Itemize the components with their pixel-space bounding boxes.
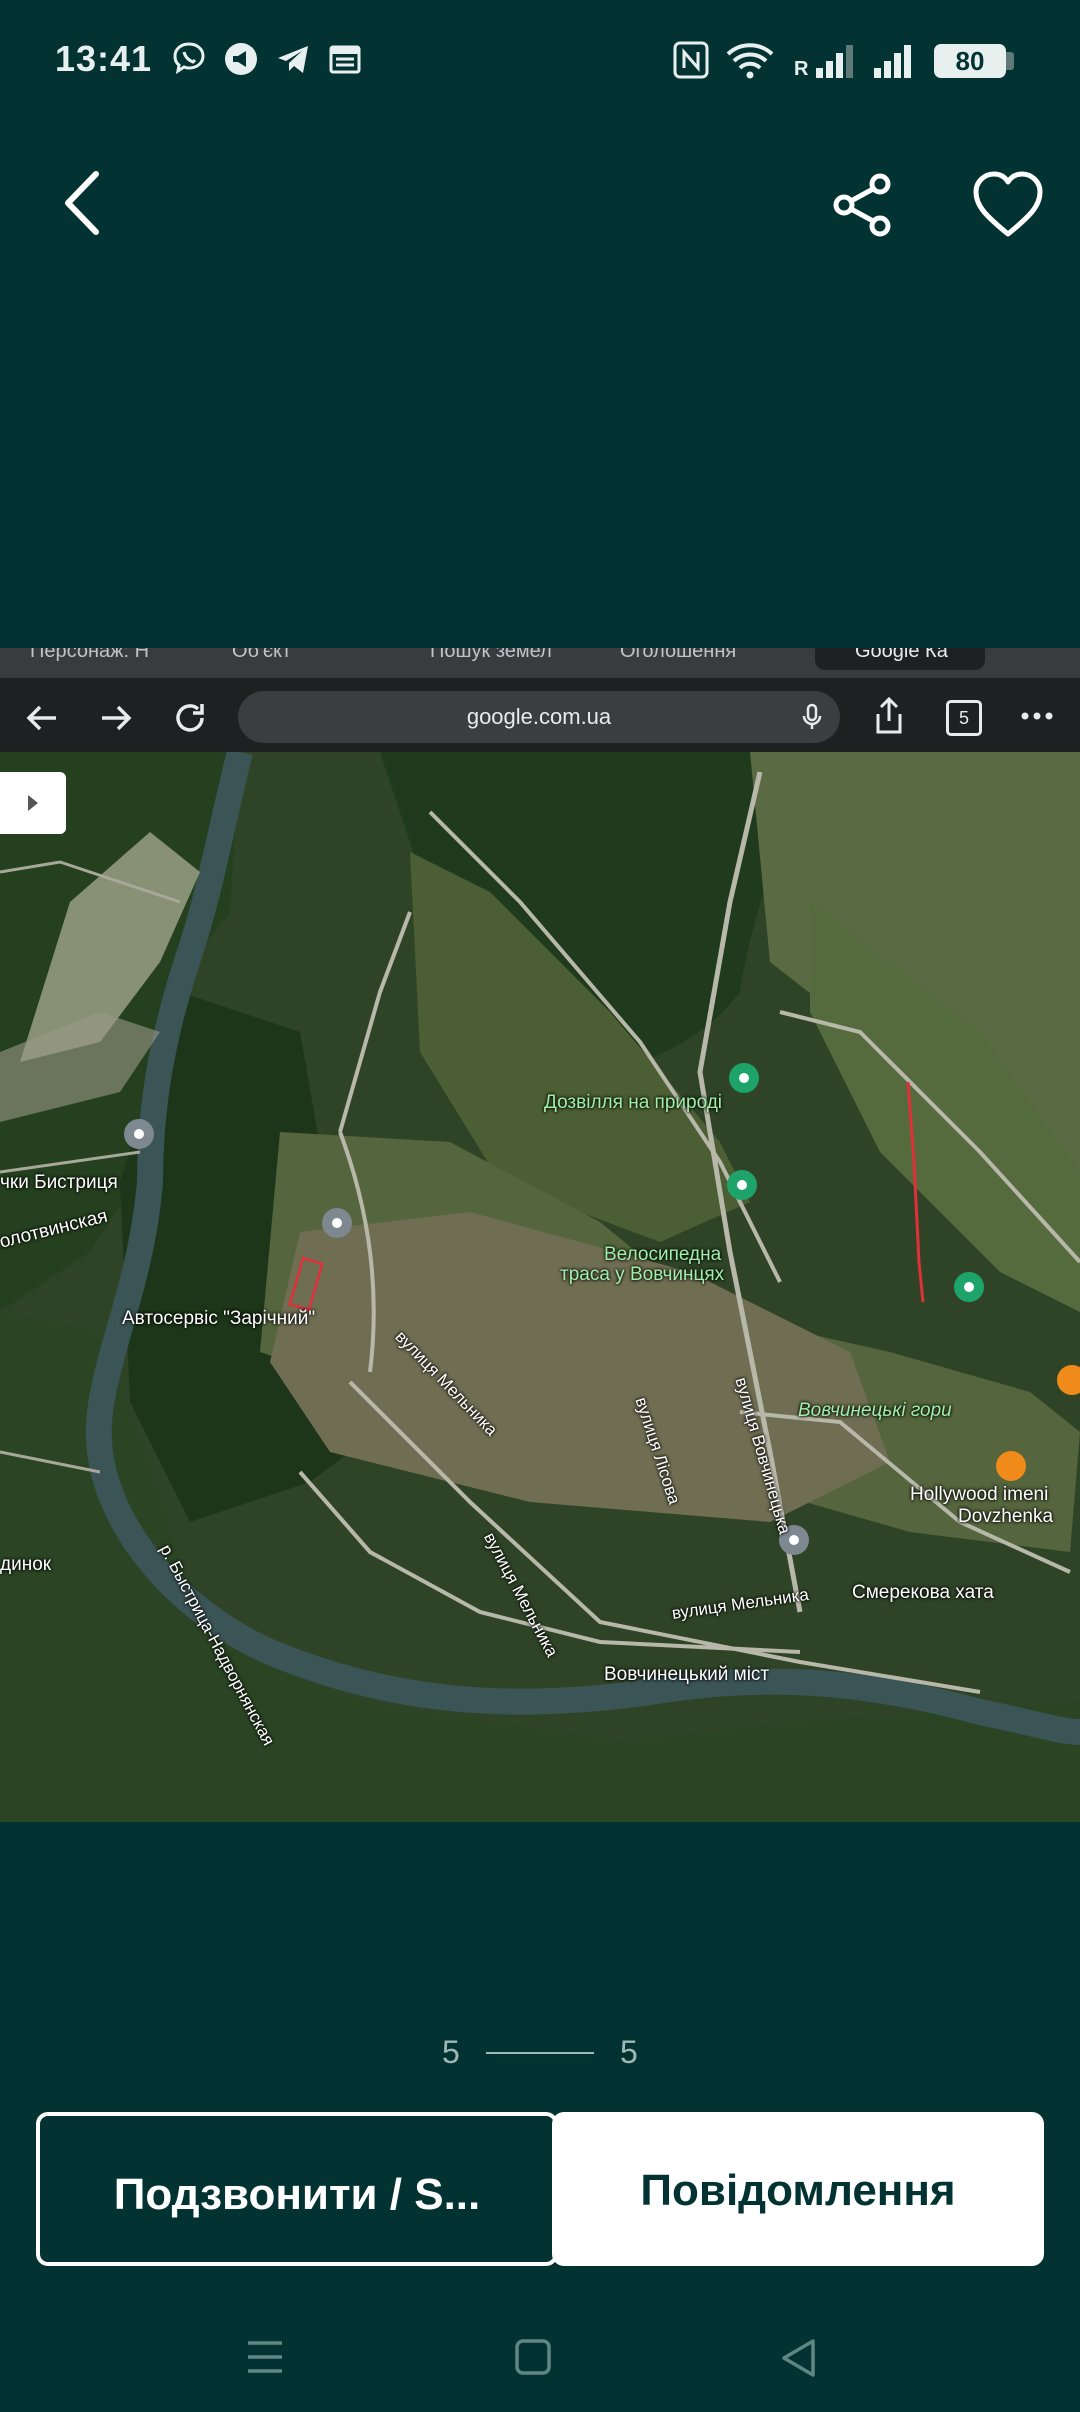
map-label: чки Бистриця	[0, 1172, 118, 1193]
chevron-right-icon	[28, 795, 38, 811]
map-panel-toggle[interactable]	[0, 772, 66, 834]
map-label: Дозвілля на природі	[544, 1092, 723, 1113]
notification-icons	[170, 40, 364, 78]
call-button[interactable]: Подзвонити / S...	[36, 2112, 558, 2266]
battery-tip	[1006, 52, 1014, 70]
photo-pager: 5 5	[0, 2030, 1080, 2076]
browser-tab-active: Google Ка	[815, 648, 985, 670]
favorite-button[interactable]	[972, 170, 1044, 240]
system-back-icon[interactable]	[780, 2338, 816, 2378]
clock: 13:41	[55, 38, 153, 79]
battery-indicator: 80	[934, 44, 1006, 78]
viber-icon	[170, 40, 208, 78]
pager-current: 5	[442, 2034, 460, 2070]
map-label: Hollywood imeni	[910, 1484, 1049, 1505]
nfc-icon	[672, 40, 710, 85]
browser-forward-icon	[102, 705, 132, 731]
browser-reload-icon	[176, 704, 204, 732]
heart-icon	[973, 171, 1043, 237]
map-label: Велосипедна	[604, 1244, 722, 1265]
wifi-icon	[724, 40, 776, 85]
browser-tab-strip: Персонаж: Н Об'єкт Пошук земел Оголошенн…	[0, 648, 1080, 678]
pager-divider	[486, 2052, 594, 2054]
pager-total: 5	[620, 2034, 638, 2070]
system-nav-bar	[0, 2300, 1080, 2412]
status-bar: 13:41 R 80	[0, 0, 1080, 120]
back-arrow-icon	[65, 171, 99, 235]
share-button[interactable]	[830, 172, 896, 238]
telegram-icon	[274, 40, 312, 78]
call-button-label: Подзвонити / S...	[113, 2170, 481, 2219]
browser-back-icon	[26, 705, 56, 731]
microphone-icon	[802, 703, 822, 729]
home-icon[interactable]	[514, 2338, 552, 2376]
browser-tab: Персонаж: Н	[30, 648, 150, 662]
message-button[interactable]: Повідомлення	[552, 2112, 1044, 2266]
share-icon	[833, 173, 891, 237]
listing-photo[interactable]: Персонаж: Н Об'єкт Пошук земел Оголошенн…	[0, 648, 1080, 1822]
recent-apps-icon[interactable]	[246, 2340, 284, 2374]
browser-menu-icon	[1021, 712, 1053, 720]
calendar-icon	[326, 40, 364, 78]
megaphone-icon	[222, 40, 260, 78]
roaming-indicator: R	[794, 58, 809, 80]
back-button[interactable]	[52, 168, 112, 238]
message-button-label: Повідомлення	[640, 2166, 956, 2215]
signal-icon-sim1	[814, 42, 856, 85]
browser-url: google.com.ua	[466, 704, 612, 729]
satellite-map	[0, 752, 1080, 1822]
map-label: Dovzhenka	[958, 1506, 1054, 1527]
signal-icon-sim2	[872, 42, 914, 85]
browser-tab: Пошук земел	[430, 648, 552, 662]
browser-tab: Оголошення	[620, 648, 737, 662]
map-label: Автосервіс "Зарічний"	[122, 1308, 316, 1329]
map-label: Вовчинецькі гори	[798, 1400, 952, 1421]
browser-tab-count: 5	[946, 700, 982, 736]
map-label: траса у Вовчинцях	[560, 1264, 725, 1285]
browser-address-bar: google.com.ua	[238, 691, 840, 743]
browser-tab: Об'єкт	[232, 648, 292, 662]
browser-share-icon	[876, 696, 902, 734]
map-label: динок	[0, 1554, 52, 1575]
map-label: Вовчинецький міст	[604, 1664, 770, 1685]
map-label: Смерекова хата	[852, 1582, 994, 1603]
